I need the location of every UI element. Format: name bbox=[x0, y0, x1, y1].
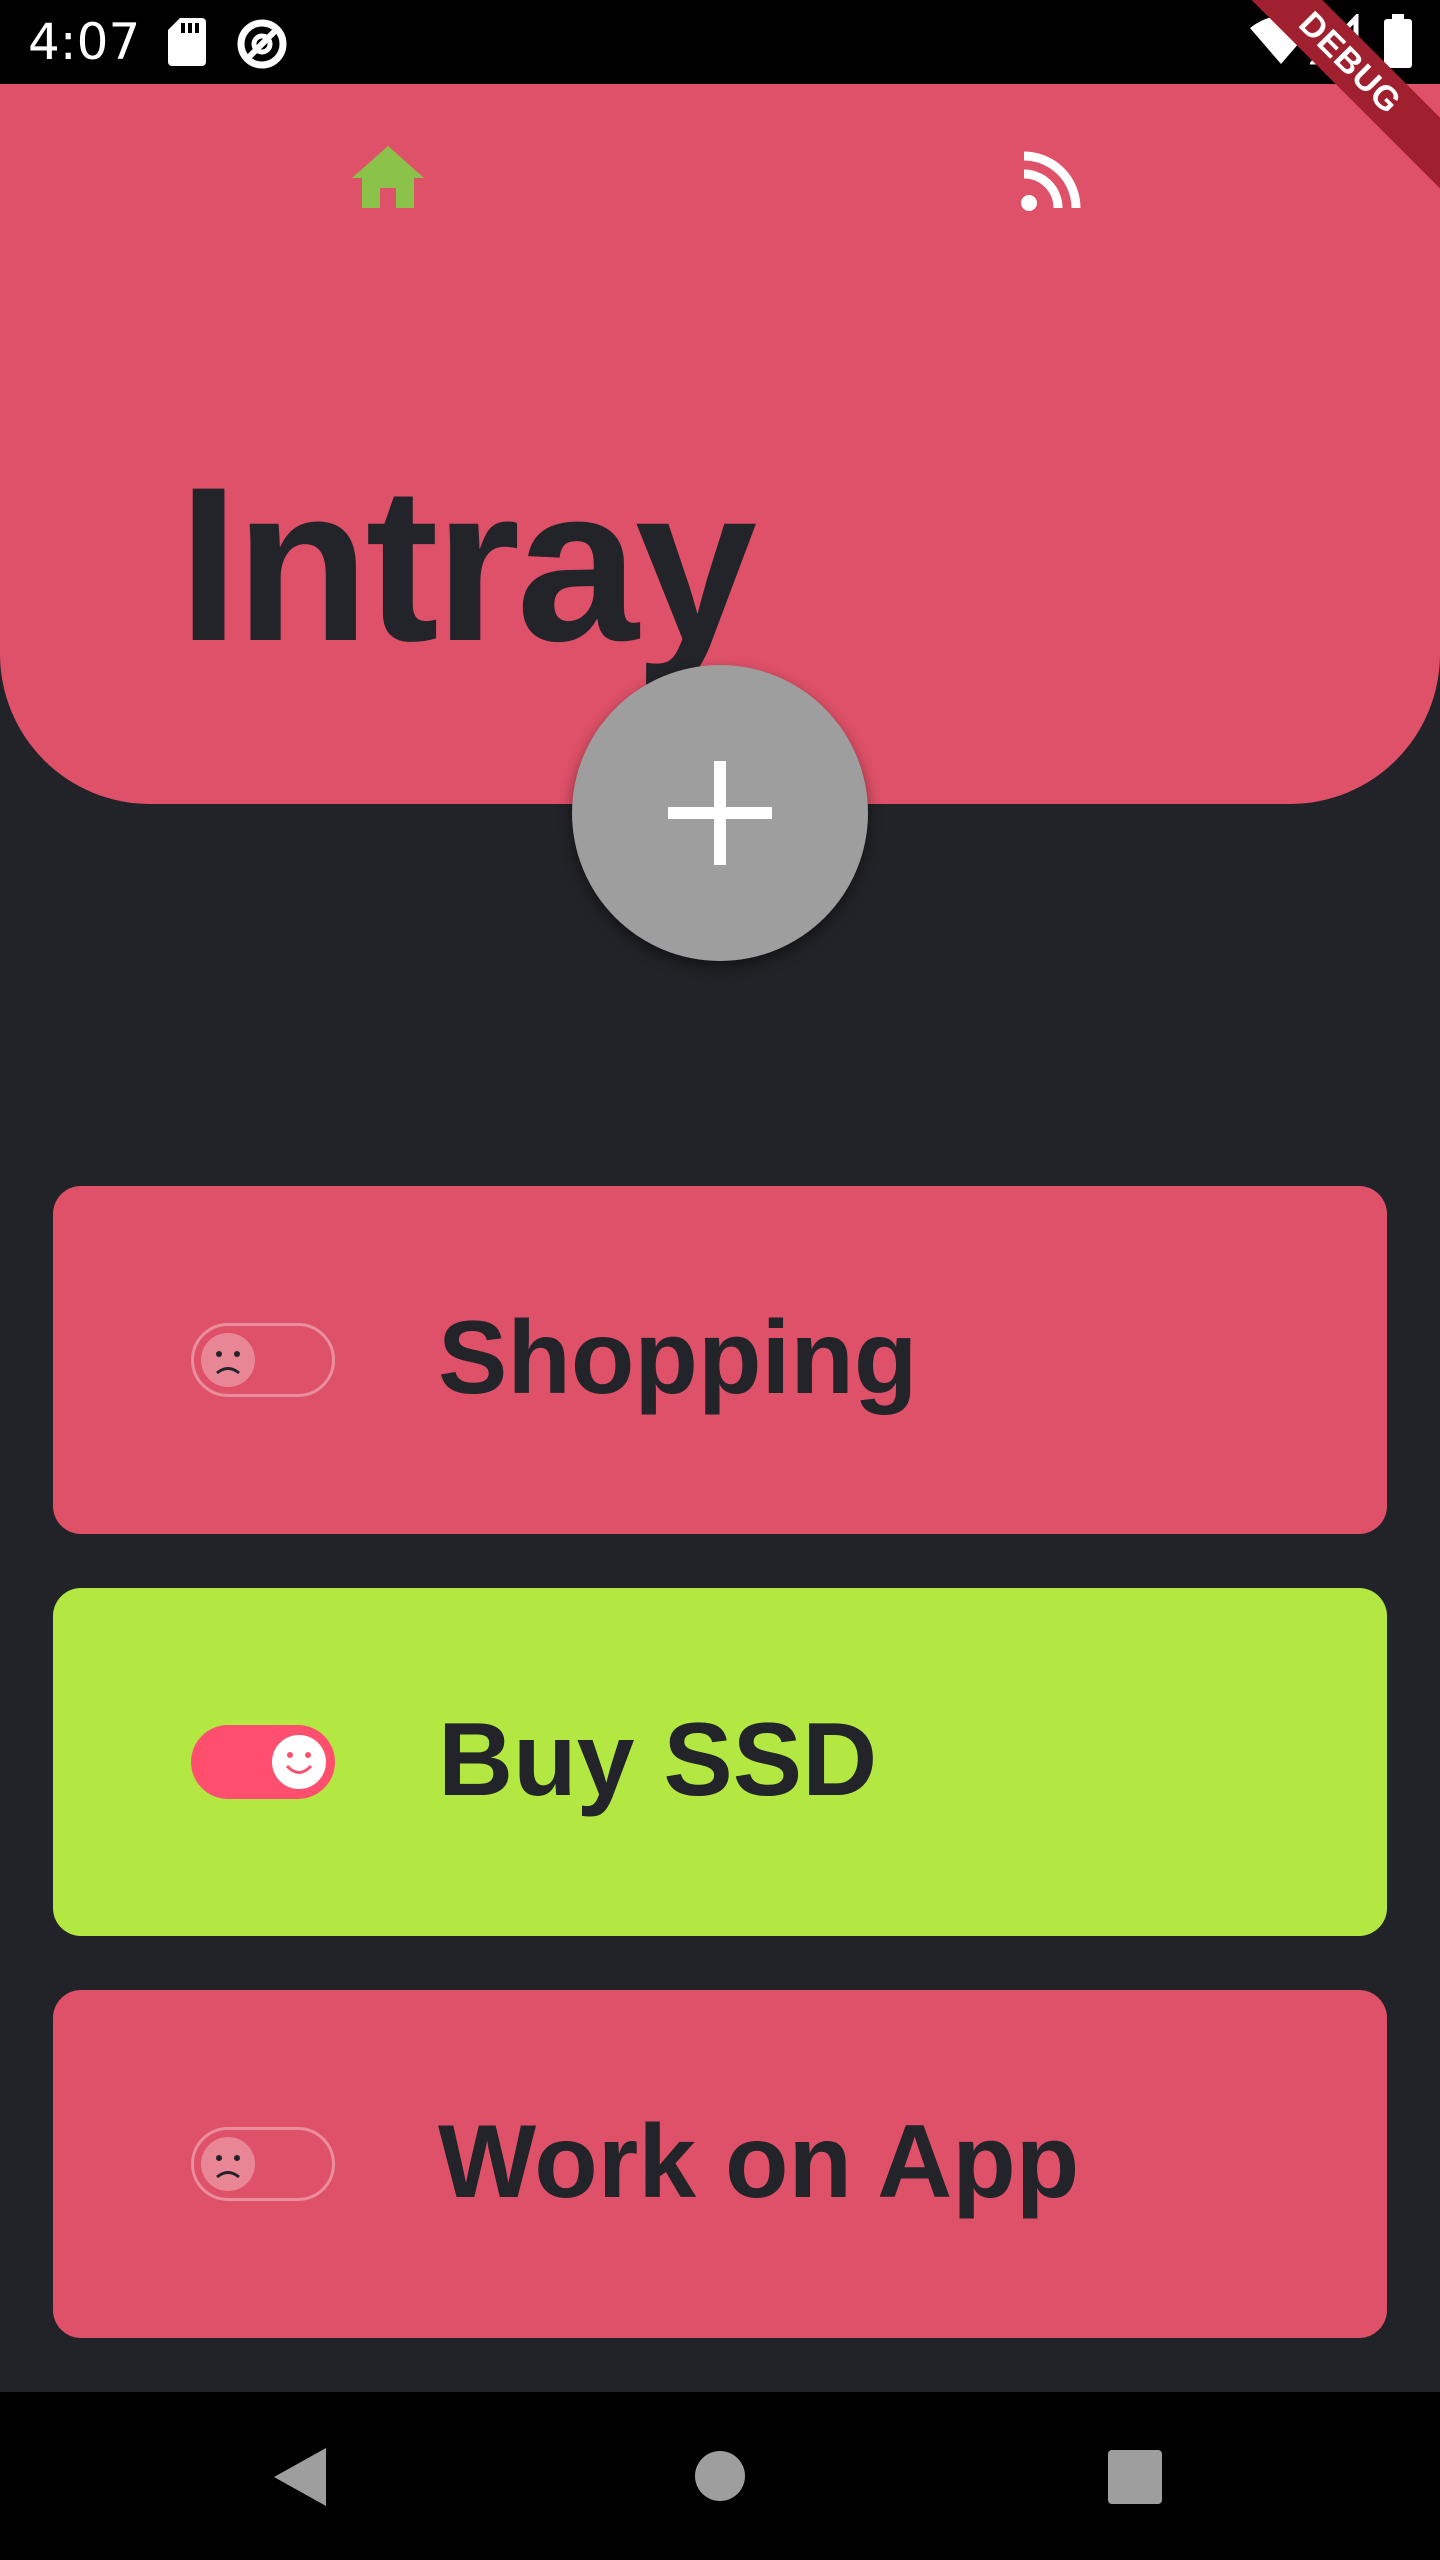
rss-feed-icon[interactable] bbox=[1020, 150, 1082, 217]
navigation-bar bbox=[0, 2392, 1440, 2560]
smile-face-icon bbox=[270, 1733, 328, 1791]
home-circle-icon[interactable] bbox=[694, 2450, 746, 2507]
battery-icon bbox=[1384, 14, 1412, 73]
task-toggle[interactable] bbox=[191, 1725, 335, 1799]
status-time: 4:07 bbox=[28, 13, 141, 71]
task-label: Work on App bbox=[438, 2104, 1080, 2220]
sad-face-icon bbox=[199, 1331, 257, 1389]
sad-face-icon bbox=[199, 2135, 257, 2193]
task-card[interactable]: Shopping bbox=[53, 1186, 1387, 1534]
data-saver-icon bbox=[236, 18, 288, 75]
home-icon[interactable] bbox=[350, 144, 426, 215]
plus-icon bbox=[668, 761, 772, 865]
task-label: Shopping bbox=[438, 1300, 918, 1416]
add-task-button[interactable] bbox=[572, 665, 868, 961]
task-card[interactable]: Work on App bbox=[53, 1990, 1387, 2338]
task-toggle[interactable] bbox=[191, 1323, 335, 1397]
back-icon[interactable] bbox=[272, 2446, 328, 2513]
task-label: Buy SSD bbox=[438, 1702, 878, 1818]
page-title: Intray bbox=[178, 441, 757, 687]
status-bar: 4:07 bbox=[0, 0, 1440, 84]
task-toggle[interactable] bbox=[191, 2127, 335, 2201]
recents-icon[interactable] bbox=[1108, 2450, 1162, 2509]
task-card[interactable]: Buy SSD bbox=[53, 1588, 1387, 1936]
sd-card-icon bbox=[168, 18, 206, 71]
